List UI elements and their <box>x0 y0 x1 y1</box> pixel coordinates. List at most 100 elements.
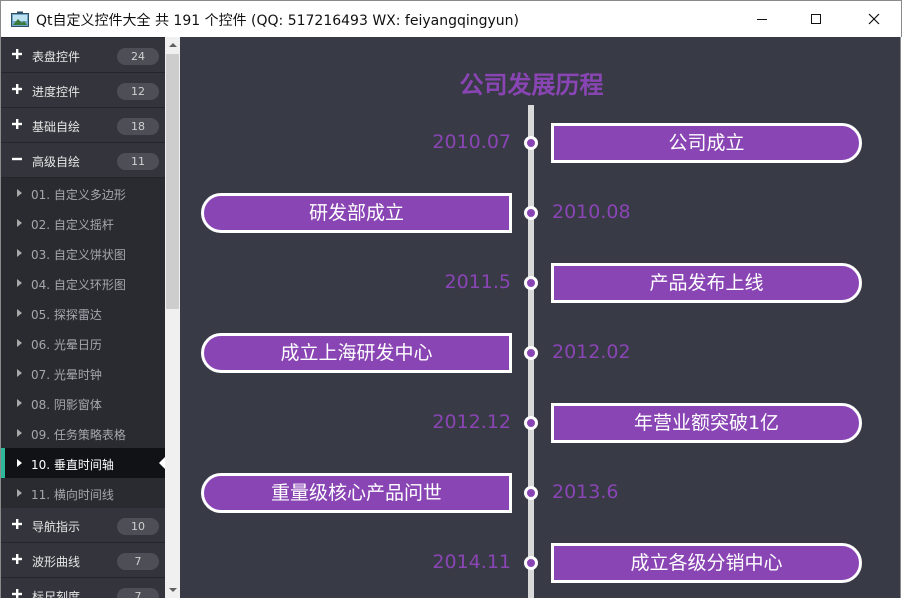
sidebar-item-07[interactable]: 07. 光晕时钟 <box>1 358 165 388</box>
count-badge: 24 <box>117 48 159 65</box>
sidebar-group-ruler[interactable]: 标尺刻度 7 <box>1 578 165 598</box>
chevron-right-icon <box>17 189 22 197</box>
sidebar-group-label: 基础自绘 <box>32 120 81 134</box>
count-badge: 11 <box>117 153 159 170</box>
sidebar-item-label: 04. 自定义环形图 <box>31 278 126 292</box>
timeline-date: 2011.5 <box>444 271 511 293</box>
minimize-icon <box>757 19 767 20</box>
sidebar-group-navigation[interactable]: 导航指示 10 <box>1 508 165 543</box>
close-button[interactable] <box>851 1 897 37</box>
timeline-event-box: 成立各级分销中心 <box>551 543 862 583</box>
timeline-dot <box>524 136 538 150</box>
chevron-right-icon <box>17 399 22 407</box>
timeline-event-box: 成立上海研发中心 <box>201 333 512 373</box>
timeline-dot <box>524 346 538 360</box>
sidebar-group-progress[interactable]: 进度控件 12 <box>1 73 165 108</box>
sidebar-item-label: 07. 光晕时钟 <box>31 368 102 382</box>
plus-icon <box>12 49 22 59</box>
timeline-dot <box>524 276 538 290</box>
selection-indicator <box>1 448 5 478</box>
timeline-event-box: 重量级核心产品问世 <box>201 473 512 513</box>
plus-icon <box>12 84 22 94</box>
sidebar-item-10-selected[interactable]: 10. 垂直时间轴 <box>1 448 165 478</box>
chevron-right-icon <box>17 369 22 377</box>
timeline-event-box: 年营业额突破1亿 <box>551 403 862 443</box>
count-badge: 10 <box>117 518 159 535</box>
chevron-right-icon <box>17 459 22 467</box>
sidebar-scrollbar[interactable] <box>165 37 180 598</box>
sidebar-item-01[interactable]: 01. 自定义多边形 <box>1 178 165 208</box>
minimize-button[interactable] <box>739 1 785 37</box>
plus-icon <box>12 519 22 529</box>
timeline-date: 2013.6 <box>552 481 619 503</box>
scroll-down-button[interactable] <box>165 582 180 598</box>
sidebar-item-05[interactable]: 05. 探探雷达 <box>1 298 165 328</box>
sidebar-group-label: 标尺刻度 <box>32 590 81 598</box>
sidebar-item-label: 09. 任务策略表格 <box>31 428 126 442</box>
timeline-panel: 公司发展历程 2010.07 公司成立 研发部成立 2010.08 2011.5… <box>180 37 901 598</box>
timeline-date: 2010.08 <box>552 201 631 223</box>
sidebar-item-09[interactable]: 09. 任务策略表格 <box>1 418 165 448</box>
sidebar-group-label: 导航指示 <box>32 520 81 534</box>
timeline-dot <box>524 416 538 430</box>
timeline-dot <box>524 486 538 500</box>
sidebar-group-label: 高级自绘 <box>32 155 81 169</box>
sidebar-group-label: 表盘控件 <box>32 50 81 64</box>
sidebar-group-dial[interactable]: 表盘控件 24 <box>1 38 165 73</box>
timeline-dot <box>524 556 538 570</box>
sidebar-group-wave[interactable]: 波形曲线 7 <box>1 543 165 578</box>
sidebar-item-label: 01. 自定义多边形 <box>31 188 126 202</box>
timeline-title: 公司发展历程 <box>459 71 604 99</box>
chevron-right-icon <box>17 429 22 437</box>
arrow-up-icon <box>168 43 177 47</box>
window-title: Qt自定义控件大全 共 191 个控件 (QQ: 517216493 WX: f… <box>36 13 519 29</box>
sidebar-item-label: 08. 阴影窗体 <box>31 398 102 412</box>
sidebar-item-02[interactable]: 02. 自定义摇杆 <box>1 208 165 238</box>
count-badge: 18 <box>117 118 159 135</box>
plus-icon <box>12 119 22 129</box>
sidebar-group-label: 波形曲线 <box>32 555 81 569</box>
chevron-right-icon <box>17 249 22 257</box>
count-badge: 7 <box>117 588 159 598</box>
chevron-right-icon <box>17 339 22 347</box>
plus-icon <box>12 589 22 598</box>
timeline-event-box: 产品发布上线 <box>551 263 862 303</box>
maximize-icon <box>811 14 821 24</box>
sidebar-item-label: 06. 光晕日历 <box>31 338 102 352</box>
title-bar: Qt自定义控件大全 共 191 个控件 (QQ: 517216493 WX: f… <box>0 0 902 37</box>
sidebar-item-04[interactable]: 04. 自定义环形图 <box>1 268 165 298</box>
chevron-right-icon <box>17 219 22 227</box>
timeline-date: 2012.12 <box>432 411 511 433</box>
arrow-down-icon <box>168 588 177 592</box>
sidebar-item-label: 10. 垂直时间轴 <box>31 458 114 472</box>
sidebar-group-advanced-paint[interactable]: 高级自绘 11 <box>1 143 165 178</box>
minus-icon <box>12 157 22 161</box>
sidebar-item-label: 05. 探探雷达 <box>31 308 102 322</box>
count-badge: 12 <box>117 83 159 100</box>
close-icon <box>868 13 880 25</box>
chevron-right-icon <box>17 489 22 497</box>
chevron-right-icon <box>17 309 22 317</box>
sidebar-group-basic-paint[interactable]: 基础自绘 18 <box>1 108 165 143</box>
sidebar-item-label: 03. 自定义饼状图 <box>31 248 126 262</box>
timeline-event-box: 公司成立 <box>551 123 862 163</box>
chevron-right-icon <box>17 279 22 287</box>
timeline-date: 2010.07 <box>432 131 511 153</box>
timeline-date: 2012.02 <box>552 341 631 363</box>
plus-icon <box>12 554 22 564</box>
maximize-button[interactable] <box>793 1 839 37</box>
scroll-thumb[interactable] <box>166 54 179 309</box>
sidebar-group-label: 进度控件 <box>32 85 81 99</box>
app-icon <box>11 11 29 27</box>
scroll-up-button[interactable] <box>165 37 180 53</box>
sidebar-item-06[interactable]: 06. 光晕日历 <box>1 328 165 358</box>
sidebar-item-08[interactable]: 08. 阴影窗体 <box>1 388 165 418</box>
timeline-date: 2014.11 <box>432 551 511 573</box>
sidebar-item-label: 11. 横向时间线 <box>31 488 114 502</box>
sidebar-nav: 表盘控件 24 进度控件 12 基础自绘 18 高级自绘 11 01. 自定义多… <box>0 37 165 598</box>
sidebar-item-label: 02. 自定义摇杆 <box>31 218 114 232</box>
timeline-event-box: 研发部成立 <box>201 193 512 233</box>
sidebar-item-11[interactable]: 11. 横向时间线 <box>1 478 165 508</box>
count-badge: 7 <box>117 553 159 570</box>
sidebar-item-03[interactable]: 03. 自定义饼状图 <box>1 238 165 268</box>
